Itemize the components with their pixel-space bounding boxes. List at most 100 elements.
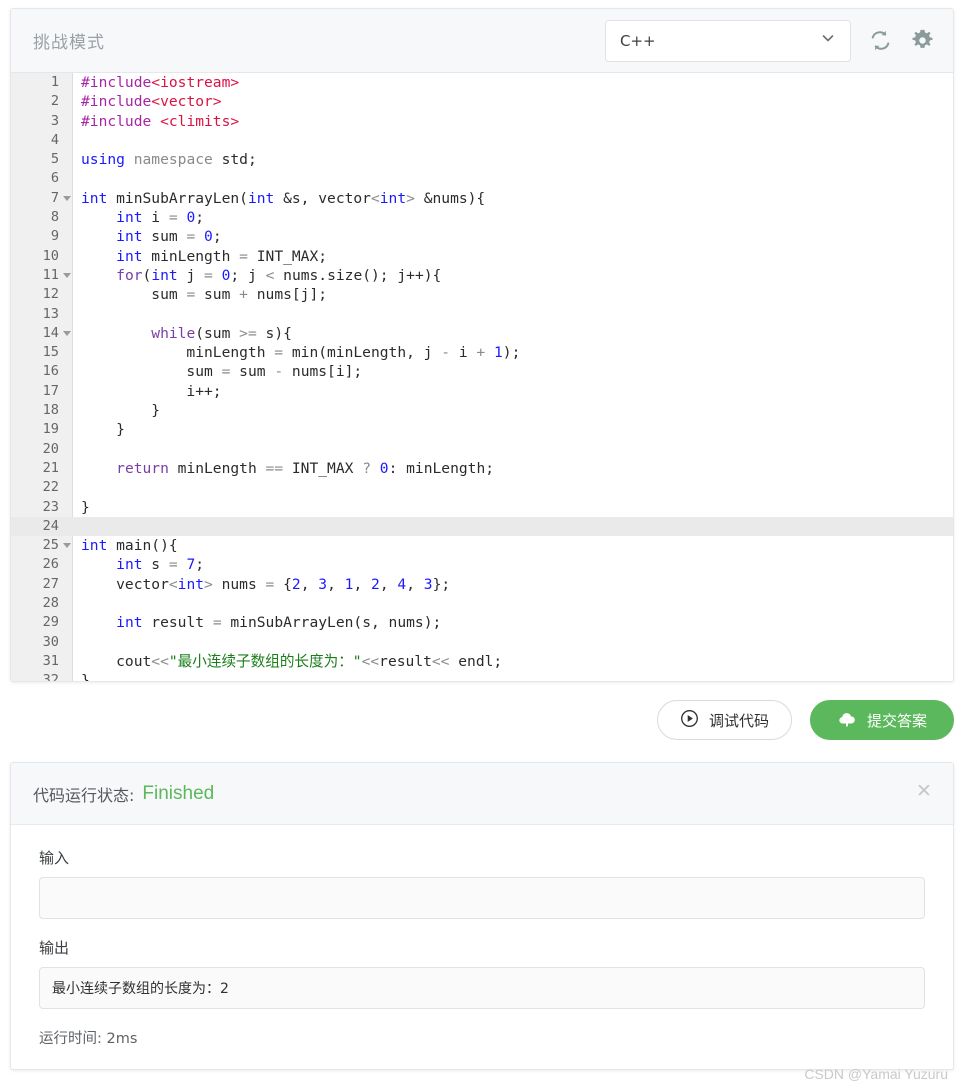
code-line-text: #include <climits> xyxy=(81,112,240,130)
code-line: 2 #include<vector> xyxy=(11,92,953,111)
line-number: 30 xyxy=(42,633,59,650)
debug-code-button[interactable]: 调试代码 xyxy=(656,700,792,740)
code-line: 28 xyxy=(11,594,953,613)
submit-answer-label: 提交答案 xyxy=(866,711,927,730)
code-line-text: while(sum >= s){ xyxy=(151,324,292,342)
code-line-text: } xyxy=(81,498,90,516)
code-line: 24 xyxy=(11,516,953,537)
code-line-text: } xyxy=(81,402,161,420)
run-result-body: 输入 输出 最小连续子数组的长度为：2 运行时间: 2ms xyxy=(11,825,953,1048)
code-line: 8 int i = 0; xyxy=(11,208,953,227)
code-line: 32} xyxy=(11,671,953,682)
line-number: 8 xyxy=(50,209,59,226)
line-number: 1 xyxy=(50,74,59,90)
code-line-text: vector<int> nums = {2, 3, 1, 2, 4, 3}; xyxy=(81,575,451,593)
line-number: 23 xyxy=(42,498,59,515)
code-line-text: int sum = 0; xyxy=(116,228,222,246)
code-line: 5 using namespace std; xyxy=(11,150,953,169)
code-line-text: int s = 7; xyxy=(116,556,205,574)
code-content[interactable]: 1 #include<iostream> 2 #include<vector> 3 #in… xyxy=(11,73,953,682)
code-editor-card: 挑战模式 C++ 1 #include<iostream> 2 #include… xyxy=(10,8,954,682)
cloud-upload-icon xyxy=(837,709,857,732)
code-line: 29 int result = minSubArrayLen(s, nums); xyxy=(11,613,953,632)
code-line-text: #include<iostream> xyxy=(81,74,240,91)
code-line-text: for(int j = 0; j < nums.size(); j++){ xyxy=(116,266,442,284)
action-bar: 调试代码 提交答案 xyxy=(10,700,954,740)
watermark: CSDN @Yamai Yuzuru xyxy=(804,1066,948,1082)
status-badge: Finished xyxy=(142,782,215,804)
line-number: 3 xyxy=(50,112,59,129)
code-line: 27 vector<int> nums = {2, 3, 1, 2, 4, 3}… xyxy=(11,575,953,594)
close-icon[interactable]: ✕ xyxy=(913,781,935,803)
code-line-text: i++; xyxy=(81,382,222,400)
line-number: 13 xyxy=(42,305,59,322)
code-line-text: sum = sum + nums[j]; xyxy=(81,286,328,304)
code-line: 9 int sum = 0; xyxy=(11,227,953,246)
code-editor[interactable]: 1 #include<iostream> 2 #include<vector> 3 #in… xyxy=(11,73,953,682)
runtime-value: 2ms xyxy=(106,1031,138,1047)
code-line-text: int result = minSubArrayLen(s, nums); xyxy=(116,614,442,632)
code-line-text: return minLength == INT_MAX ? 0: minLeng… xyxy=(116,459,495,477)
code-line-text: cout<<"最小连续子数组的长度为："<<result<< endl; xyxy=(81,652,503,670)
code-line: 23} xyxy=(11,498,953,517)
code-line: 30 xyxy=(11,633,953,652)
code-line: 6 xyxy=(11,169,953,188)
output-label: 输出 xyxy=(39,939,70,957)
line-number: 24 xyxy=(42,517,59,534)
code-line: 25 int main(){ xyxy=(11,536,953,555)
code-line: 18 } xyxy=(11,401,953,420)
fold-toggle-icon[interactable] xyxy=(63,543,71,549)
line-number: 5 xyxy=(50,151,59,168)
code-line: 19 } xyxy=(11,420,953,439)
code-line: 31 cout<<"最小连续子数组的长度为："<<result<< endl; xyxy=(11,652,953,671)
code-line: 1 #include<iostream> xyxy=(11,73,953,92)
code-line: 7 int minSubArrayLen(int &s, vector<int> … xyxy=(11,189,953,208)
code-line-text: using namespace std; xyxy=(81,151,257,169)
fold-toggle-icon[interactable] xyxy=(63,195,71,201)
code-line: 22 xyxy=(11,478,953,497)
line-number: 21 xyxy=(42,459,59,476)
code-line: 21 return minLength == INT_MAX ? 0: minL… xyxy=(11,459,953,478)
line-number: 15 xyxy=(42,344,59,361)
line-number: 7 xyxy=(50,189,59,206)
code-line: 16 sum = sum - nums[i]; xyxy=(11,362,953,381)
line-number: 10 xyxy=(42,247,59,264)
line-number: 18 xyxy=(42,402,59,419)
line-number: 16 xyxy=(42,363,59,380)
fold-toggle-icon[interactable] xyxy=(63,330,71,336)
runtime-info: 运行时间: 2ms xyxy=(39,1027,925,1048)
page-title: 挑战模式 xyxy=(33,33,105,53)
editor-toolbar: 挑战模式 C++ xyxy=(11,9,953,73)
code-line: 26 int s = 7; xyxy=(11,555,953,574)
line-number: 9 xyxy=(50,228,59,245)
code-line-text: int main(){ xyxy=(81,537,178,555)
line-number: 32 xyxy=(42,672,59,682)
fold-toggle-icon[interactable] xyxy=(63,272,71,278)
line-number: 17 xyxy=(42,382,59,399)
code-line-text: int i = 0; xyxy=(116,209,205,227)
submit-answer-button[interactable]: 提交答案 xyxy=(809,700,954,740)
language-select[interactable]: C++ xyxy=(605,19,851,62)
code-line-text: int minSubArrayLen(int &s, vector<int> &… xyxy=(81,189,486,207)
code-line: 3 #include <climits> xyxy=(11,112,953,131)
line-number: 31 xyxy=(42,652,59,669)
line-number: 6 xyxy=(50,170,59,187)
code-line: 12 sum = sum + nums[j]; xyxy=(11,285,953,304)
output-field: 最小连续子数组的长度为：2 xyxy=(39,967,925,1009)
code-line-text: #include<vector> xyxy=(81,93,222,111)
field-spacer xyxy=(39,919,925,937)
refresh-icon[interactable] xyxy=(867,28,893,54)
code-line-text: sum = sum - nums[i]; xyxy=(81,363,363,381)
gear-icon[interactable] xyxy=(909,28,935,54)
code-line-text: } xyxy=(81,672,90,682)
code-line-text: int minLength = INT_MAX; xyxy=(116,247,328,265)
code-line: 17 i++; xyxy=(11,382,953,401)
language-select-value: C++ xyxy=(620,31,656,50)
line-number: 26 xyxy=(42,556,59,573)
line-number: 12 xyxy=(42,286,59,303)
input-field[interactable] xyxy=(39,877,925,919)
toolbar-controls: C++ xyxy=(605,19,935,62)
code-line-text: minLength = min(minLength, j - i + 1); xyxy=(81,344,521,362)
line-number: 20 xyxy=(42,440,59,457)
run-result-header: 代码运行状态: Finished ✕ xyxy=(11,763,953,825)
